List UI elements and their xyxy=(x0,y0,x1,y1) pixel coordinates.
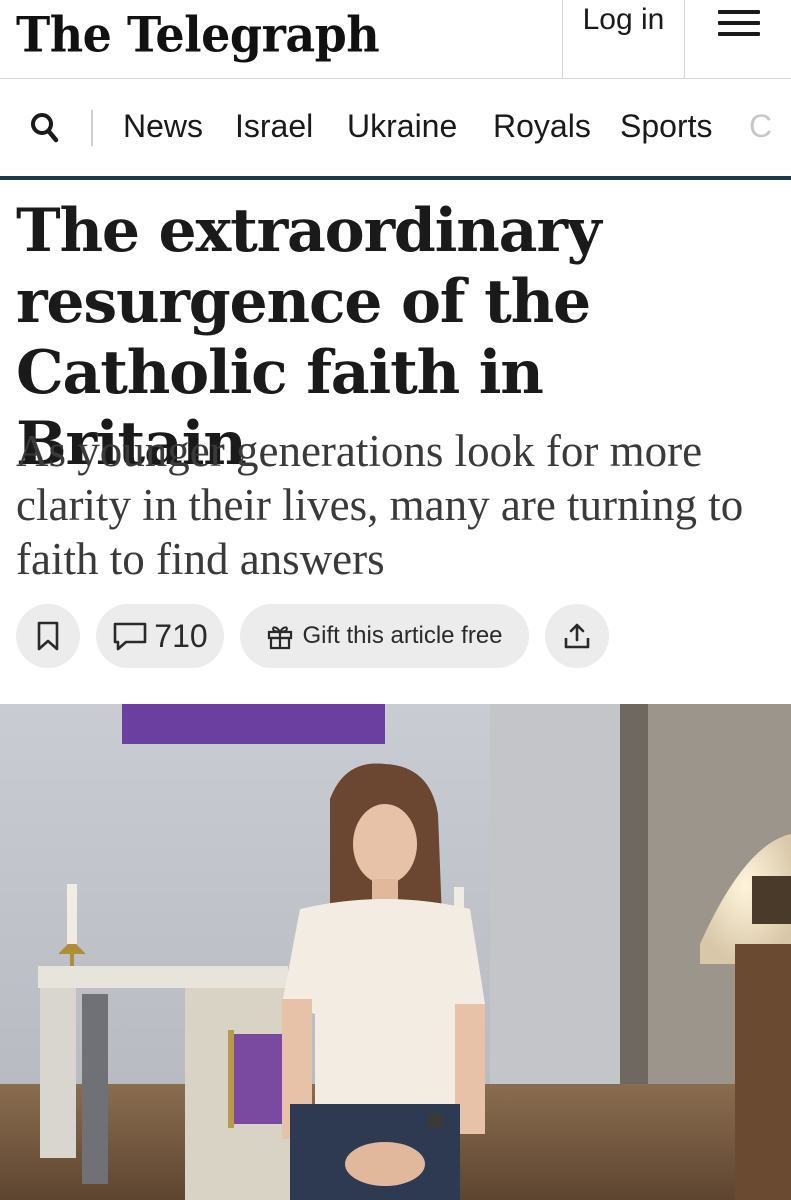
share-button[interactable] xyxy=(545,604,609,668)
nav-item-royals[interactable]: Royals xyxy=(493,106,591,146)
gift-label: Gift this article free xyxy=(302,622,503,649)
comment-count: 710 xyxy=(154,617,208,654)
article-hero-image xyxy=(0,704,791,1200)
nav-divider-rule xyxy=(0,176,791,180)
bookmark-icon xyxy=(37,621,59,651)
nav-divider xyxy=(91,110,93,146)
nav-item-israel[interactable]: Israel xyxy=(235,106,313,146)
site-logo[interactable]: The Telegraph xyxy=(16,0,380,74)
comment-icon xyxy=(113,622,147,651)
site-header: The Telegraph Log in xyxy=(0,0,791,79)
bookmark-button[interactable] xyxy=(16,604,80,668)
share-icon xyxy=(564,623,590,649)
search-icon[interactable] xyxy=(30,112,60,144)
section-nav: News Israel Ukraine Royals Sports C xyxy=(0,80,791,176)
menu-button[interactable] xyxy=(686,0,791,79)
nav-item-overflow[interactable]: C xyxy=(749,106,772,146)
nav-item-ukraine[interactable]: Ukraine xyxy=(347,106,457,146)
nav-item-sports[interactable]: Sports xyxy=(620,106,712,146)
login-button[interactable]: Log in xyxy=(562,0,685,79)
gift-icon xyxy=(268,626,293,650)
article-standfirst: As younger generations look for more cla… xyxy=(16,426,744,584)
comments-button[interactable]: 710 xyxy=(96,604,224,668)
gift-article-button[interactable]: Gift this article free xyxy=(240,604,529,668)
nav-item-news[interactable]: News xyxy=(123,106,203,146)
